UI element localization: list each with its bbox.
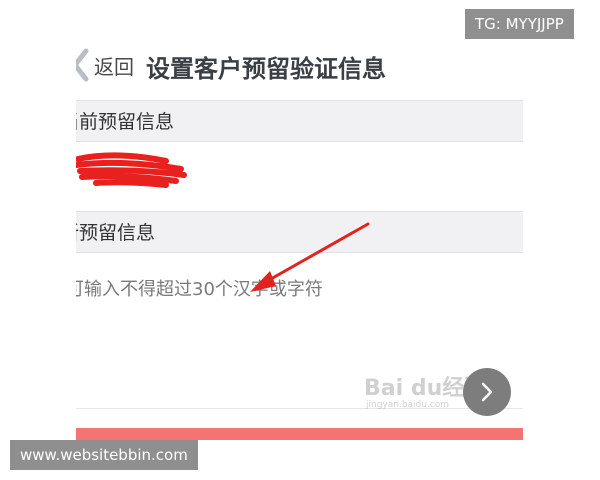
overlay-tag-top-right: TG: MYYJJPP — [465, 9, 574, 39]
arrow-shaft — [260, 222, 370, 286]
next-button[interactable] — [463, 368, 511, 416]
annotation-arrow — [250, 222, 370, 292]
overlay-tag-bottom-left: www.websitebbin.com — [10, 440, 198, 470]
arrow-head — [250, 271, 276, 292]
chevron-right-icon — [481, 382, 493, 402]
